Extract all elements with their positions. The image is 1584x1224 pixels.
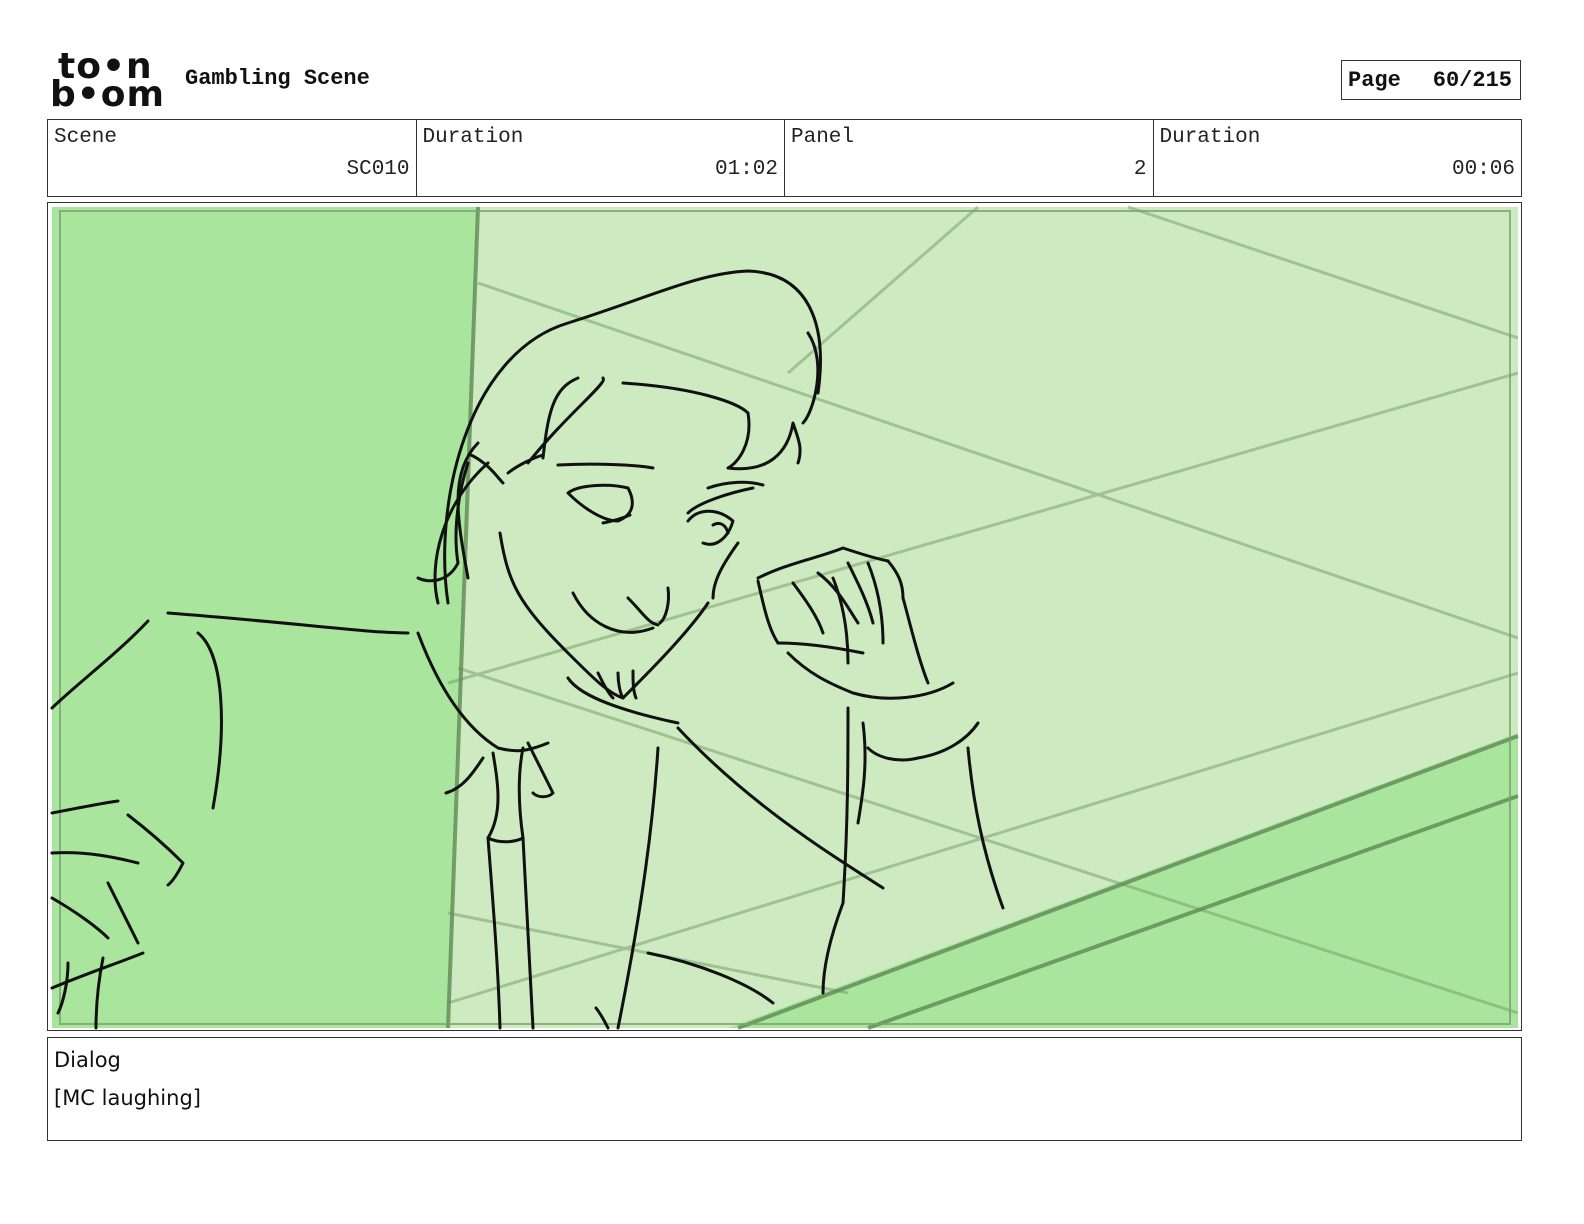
dialog-text: [MC laughing] bbox=[54, 1086, 201, 1110]
panel-duration-cell: Duration 00:06 bbox=[1154, 120, 1522, 196]
panel-duration-label: Duration bbox=[1159, 126, 1261, 149]
panel-duration-value: 00:06 bbox=[1451, 158, 1515, 181]
page-label: Page bbox=[1348, 68, 1401, 93]
dialog-label: Dialog bbox=[54, 1048, 121, 1072]
panel-value: 2 bbox=[1133, 158, 1147, 181]
scene-cell: Scene SC010 bbox=[48, 120, 417, 196]
project-title: Gambling Scene bbox=[185, 66, 370, 91]
logo-text-bottom: b•om bbox=[50, 74, 166, 115]
scene-duration-label: Duration bbox=[422, 126, 524, 149]
scene-duration-cell: Duration 01:02 bbox=[417, 120, 785, 196]
page-value: 60/215 bbox=[1432, 68, 1512, 93]
dialog-box: Dialog [MC laughing] bbox=[47, 1037, 1522, 1141]
scene-info-row: Scene SC010 Duration 01:02 Panel 2 Durat… bbox=[47, 119, 1522, 197]
storyboard-panel bbox=[47, 202, 1522, 1031]
background-wall-dark bbox=[52, 207, 478, 1028]
panel-label: Panel bbox=[791, 126, 855, 149]
panel-cell: Panel 2 bbox=[785, 120, 1154, 196]
scene-duration-value: 01:02 bbox=[714, 158, 778, 181]
scene-label: Scene bbox=[54, 126, 118, 149]
page-indicator: Page 60/215 bbox=[1341, 60, 1521, 100]
panel-sketch bbox=[50, 205, 1519, 1030]
toonboom-logo: to•n b•om bbox=[50, 49, 166, 115]
scene-value: SC010 bbox=[346, 158, 410, 181]
